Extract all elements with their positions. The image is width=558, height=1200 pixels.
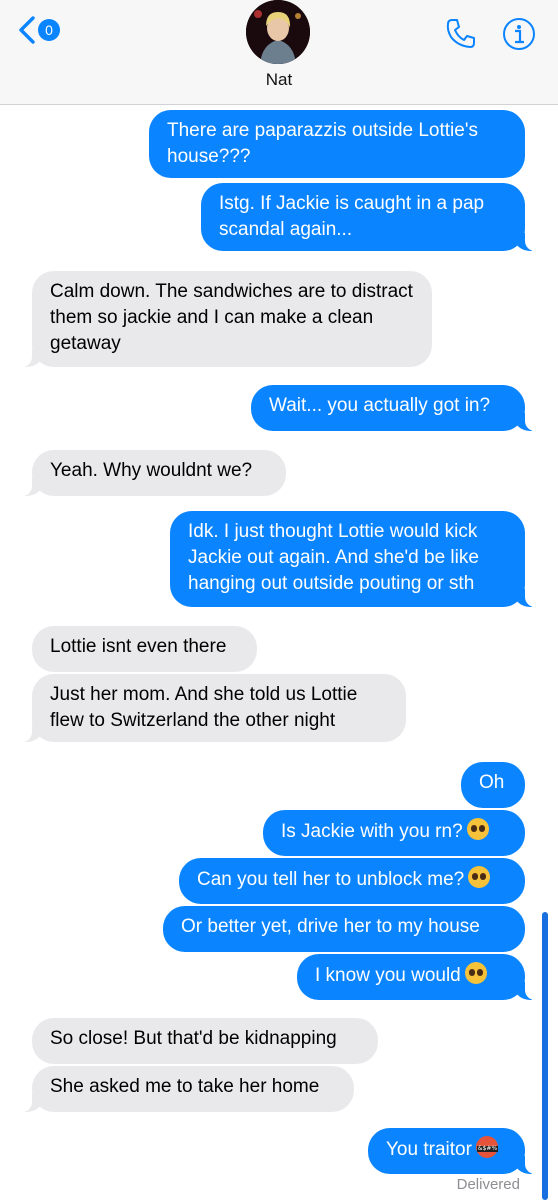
back-button[interactable]: 0 — [18, 16, 60, 44]
phone-icon[interactable] — [444, 16, 478, 55]
message-bubble-received[interactable]: She asked me to take her home — [20, 1066, 354, 1112]
message-text: Yeah. Why wouldnt we? — [50, 460, 253, 481]
cursing-face-icon — [475, 1136, 499, 1158]
message-text: She asked me to take her home — [50, 1076, 320, 1097]
message-text: Wait... you actually got in? — [269, 395, 491, 416]
message-thread[interactable]: There are paparazzis outside Lottie's ho… — [0, 0, 558, 1200]
message-bubble-received[interactable]: Lottie isnt even there — [32, 626, 257, 672]
contact-name[interactable]: Nat — [0, 70, 558, 90]
message-text: Oh — [479, 772, 505, 793]
unread-count-badge: 0 — [38, 19, 60, 41]
message-text: There are paparazzis outside Lottie's ho… — [167, 120, 478, 167]
message-bubble-sent[interactable]: Or better yet, drive her to my house — [163, 906, 525, 952]
avatar-photo — [246, 0, 310, 64]
scrollbar[interactable] — [542, 912, 548, 1200]
message-text: Is Jackie with you rn? — [281, 821, 463, 842]
chevron-left-icon — [18, 16, 36, 44]
message-text: Calm down. The sandwiches are to distrac… — [50, 281, 413, 354]
message-bubble-received[interactable]: Yeah. Why wouldnt we? — [20, 450, 286, 496]
message-text: Idk. I just thought Lottie would kick Ja… — [188, 521, 479, 594]
message-text: Can you tell her to unblock me? — [197, 869, 465, 890]
message-bubble-sent[interactable]: Wait... you actually got in? — [251, 385, 537, 431]
message-bubble-sent[interactable]: Is Jackie with you rn? — [263, 810, 525, 856]
message-text: Lottie isnt even there — [50, 636, 227, 657]
message-text: Just her mom. And she told us Lottie fle… — [50, 684, 358, 731]
avatar[interactable] — [246, 0, 310, 64]
message-bubble-received[interactable]: Calm down. The sandwiches are to distrac… — [20, 271, 432, 367]
message-text: You traitor — [386, 1139, 472, 1160]
message-bubble-sent[interactable]: You traitor — [368, 1128, 537, 1174]
delivered-status: Delivered — [456, 1176, 520, 1193]
message-bubble-sent[interactable]: I know you would — [297, 954, 537, 1000]
info-icon[interactable] — [502, 17, 536, 56]
message-bubble-received[interactable]: Just her mom. And she told us Lottie fle… — [20, 674, 406, 742]
message-bubble-sent[interactable]: Oh — [461, 762, 525, 808]
pleading-face-icon — [468, 866, 491, 888]
message-bubble-sent[interactable]: There are paparazzis outside Lottie's ho… — [149, 110, 525, 178]
pleading-face-icon — [464, 962, 487, 984]
message-text: Istg. If Jackie is caught in a pap scand… — [219, 193, 485, 240]
message-bubble-sent[interactable]: Istg. If Jackie is caught in a pap scand… — [201, 183, 537, 251]
message-bubble-sent[interactable]: Can you tell her to unblock me? — [179, 858, 525, 904]
message-text: So close! But that'd be kidnapping — [50, 1028, 337, 1049]
message-bubble-received[interactable]: So close! But that'd be kidnapping — [32, 1018, 378, 1064]
conversation-header: 0 Nat — [0, 0, 558, 105]
pleading-face-icon — [466, 818, 489, 840]
message-bubble-sent[interactable]: Idk. I just thought Lottie would kick Ja… — [170, 511, 537, 607]
message-text: I know you would — [315, 965, 461, 986]
message-text: Or better yet, drive her to my house — [181, 916, 480, 937]
